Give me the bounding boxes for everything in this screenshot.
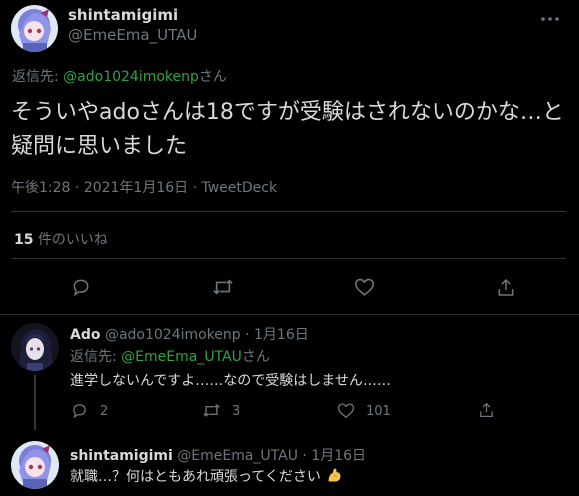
likes-label: 件のいいね [37, 232, 108, 248]
flexed-biceps-icon [326, 467, 343, 488]
ado-reply-text: 進学しないんですよ……なので受験はしません…… [70, 373, 391, 389]
ado-reply-icon[interactable] [71, 402, 88, 419]
ado-like-icon[interactable] [337, 402, 355, 419]
ado-date[interactable]: · 1月16日 [245, 327, 309, 343]
main-tweet-text-line1: そういやadoさんは18ですが受験はされないのかな…と [11, 100, 564, 125]
likes-count: 15 [14, 232, 34, 248]
main-reply-to-line: 返信先: @ado1024imokenpさん [12, 66, 227, 86]
divider-1 [11, 211, 566, 212]
more-horizontal-icon[interactable] [540, 9, 560, 28]
ado-header: Ado @ado1024imokenp · 1月16日 [70, 324, 309, 344]
ado-user-name[interactable]: Ado [70, 327, 100, 343]
reply2-date[interactable]: · 1月16日 [302, 448, 366, 464]
ado-reply-to-mention[interactable]: @EmeEma_UTAU [121, 349, 242, 365]
ado-retweet-count: 3 [232, 404, 241, 419]
ado-avatar[interactable] [11, 323, 59, 371]
share-icon[interactable] [496, 277, 516, 298]
reply2-user-handle[interactable]: @EmeEma_UTAU [177, 448, 298, 464]
ado-reply-to-suffix: さん [241, 349, 270, 365]
ado-reply-count: 2 [100, 404, 109, 419]
divider-3 [0, 314, 579, 315]
divider-2 [11, 258, 566, 259]
retweet-icon[interactable] [212, 277, 234, 297]
reply2-text: 就職…？何はともあれ頑張ってください [70, 469, 321, 485]
reply2-avatar[interactable] [11, 441, 59, 489]
ado-retweet-icon[interactable] [202, 402, 221, 419]
ado-reply-to-line: 返信先: @EmeEma_UTAUさん [70, 346, 270, 366]
main-tweet-meta[interactable]: 午後1:28 · 2021年1月16日 · TweetDeck [11, 177, 277, 197]
reply-to-suffix: さん [198, 69, 227, 85]
reply-icon[interactable] [71, 277, 91, 297]
main-user-handle[interactable]: @EmeEma_UTAU [68, 26, 197, 44]
ado-like-count: 101 [366, 404, 391, 419]
main-tweet-text: そういやadoさんは18ですが受験はされないのかな…と 疑問に思いました [11, 96, 577, 164]
main-avatar[interactable] [11, 5, 58, 52]
likes-stat[interactable]: 15 件のいいね [14, 229, 108, 249]
reply-to-label: 返信先: [12, 69, 59, 85]
like-icon[interactable] [354, 277, 375, 297]
reply2-user-name[interactable]: shintamigimi [70, 448, 173, 464]
reply-to-mention[interactable]: @ado1024imokenp [63, 69, 199, 85]
ado-share-icon[interactable] [478, 401, 495, 419]
main-user-name[interactable]: shintamigimi [68, 6, 178, 24]
thread-line [34, 375, 36, 430]
ado-user-handle[interactable]: @ado1024imokenp [105, 327, 241, 343]
main-tweet-text-line2: 疑問に思いました [11, 134, 188, 159]
reply2-header: shintamigimi @EmeEma_UTAU · 1月16日 [70, 445, 366, 465]
reply2-text-line: 就職…？何はともあれ頑張ってください [70, 466, 343, 488]
ado-reply-to-label: 返信先: [70, 349, 117, 365]
